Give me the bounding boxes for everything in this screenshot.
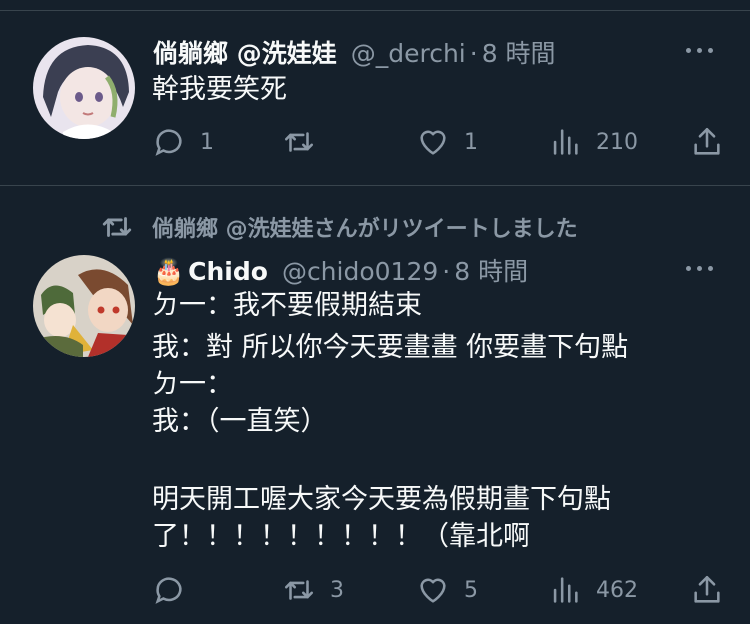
retweet-icon bbox=[102, 217, 132, 237]
share-button[interactable] bbox=[690, 570, 724, 610]
reply-button[interactable]: 1 bbox=[152, 122, 214, 162]
like-button[interactable]: 5 bbox=[416, 570, 478, 610]
retweet-button[interactable]: 3 bbox=[282, 570, 344, 610]
tweet-text-line: 明天開工喔大家今天要為假期畫下句點 bbox=[152, 484, 611, 515]
tweet-text-line: ㄉ一： bbox=[152, 369, 233, 400]
reply-button[interactable] bbox=[152, 570, 200, 610]
more-icon[interactable] bbox=[686, 263, 713, 273]
like-button[interactable]: 1 bbox=[416, 122, 478, 162]
views-icon bbox=[553, 129, 578, 155]
action-bar: 1 1 210 bbox=[150, 122, 730, 162]
tweet-divider bbox=[0, 185, 750, 186]
tweet-text-line: 我：（一直笑） bbox=[152, 406, 328, 437]
top-divider bbox=[0, 10, 750, 11]
tweet-text: 幹我要笑死 bbox=[152, 74, 287, 105]
like-count: 5 bbox=[464, 577, 478, 603]
views-count: 462 bbox=[596, 577, 638, 603]
tweet-text-line: ㄉ一：我不要假期結束 bbox=[152, 290, 422, 321]
share-icon bbox=[694, 575, 720, 603]
display-name-emoji: 🎂 bbox=[153, 257, 185, 286]
views-button[interactable]: 462 bbox=[548, 570, 638, 610]
retweet-button[interactable] bbox=[282, 122, 330, 162]
timestamp[interactable]: 8 時間 bbox=[482, 34, 556, 70]
views-count: 210 bbox=[596, 129, 638, 155]
avatar[interactable] bbox=[33, 37, 135, 139]
retweet-banner-label: 倘躺鄉 @洗娃娃さんがリツイートしました bbox=[152, 217, 578, 242]
tweet-header: 倘躺鄉 @洗娃娃 @_derchi · 8 時間 bbox=[153, 34, 556, 70]
timestamp[interactable]: 8 時間 bbox=[454, 252, 528, 288]
like-icon bbox=[420, 130, 446, 155]
tweet-header: 🎂 Chido @chido0129 · 8 時間 bbox=[153, 252, 528, 288]
display-name[interactable]: 倘躺鄉 @洗娃娃 bbox=[153, 34, 337, 70]
share-icon bbox=[694, 127, 720, 155]
reply-icon bbox=[155, 577, 182, 604]
views-icon bbox=[553, 577, 578, 603]
handle[interactable]: @_derchi bbox=[351, 39, 466, 68]
share-button[interactable] bbox=[690, 122, 724, 162]
reply-icon bbox=[155, 129, 182, 156]
display-name[interactable]: Chido bbox=[188, 257, 268, 286]
handle[interactable]: @chido0129 bbox=[282, 257, 438, 286]
like-count: 1 bbox=[464, 129, 478, 155]
tweet-text-line: 我：對 所以你今天要畫畫 你要畫下句點 bbox=[152, 332, 629, 363]
separator: · bbox=[442, 257, 451, 286]
tweet-text-line: 了！！！！！！！！！（靠北啊 bbox=[152, 521, 530, 552]
more-icon[interactable] bbox=[686, 45, 713, 55]
retweet-icon bbox=[284, 580, 314, 600]
retweet-icon bbox=[284, 132, 314, 152]
retweet-banner[interactable]: 倘躺鄉 @洗娃娃さんがリツイートしました bbox=[100, 210, 578, 244]
separator: · bbox=[469, 39, 478, 68]
like-icon bbox=[420, 578, 446, 603]
avatar[interactable] bbox=[33, 255, 135, 357]
reply-count: 1 bbox=[200, 129, 214, 155]
views-button[interactable]: 210 bbox=[548, 122, 638, 162]
action-bar: 3 5 462 bbox=[150, 570, 730, 610]
retweet-count: 3 bbox=[330, 577, 344, 603]
